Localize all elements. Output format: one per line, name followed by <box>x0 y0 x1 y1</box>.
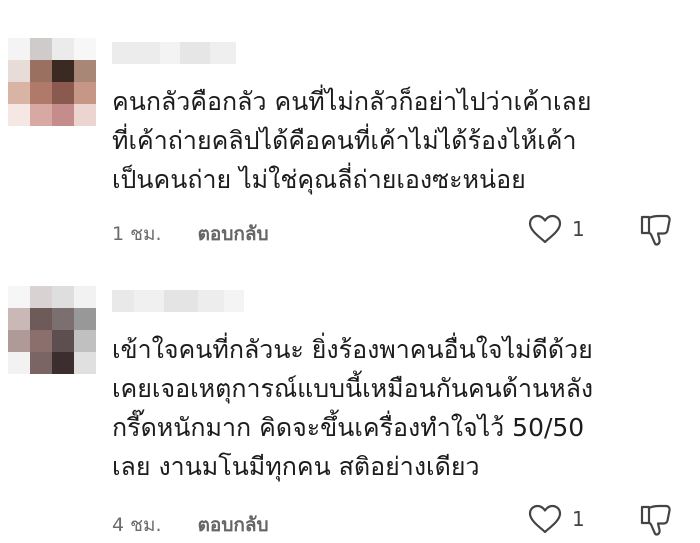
avatar-pixel <box>74 308 96 330</box>
avatar-pixel <box>8 104 30 126</box>
avatar-pixel <box>74 38 96 60</box>
reply-button[interactable]: ตอบกลับ <box>198 219 269 249</box>
avatar-pixel <box>52 330 74 352</box>
avatar[interactable] <box>8 286 96 374</box>
comment-time: 1 ชม. <box>112 223 162 245</box>
dislike-button[interactable] <box>638 502 674 542</box>
comment-text-line: เข้าใจคนที่กลัวนะ ยิ่งร้องพาคนอื่นใจไม่ด… <box>112 335 593 364</box>
comment-text-line: คนกลัวคือกลัว คนที่ไม่กลัวก็อย่าไปว่าเค้… <box>112 87 592 116</box>
username-pixel <box>210 42 236 64</box>
username-pixel <box>112 42 160 64</box>
comment-time: 4 ชม. <box>112 514 162 536</box>
avatar-pixel <box>52 286 74 308</box>
comment-text-line: เป็นคนถ่าย ไม่ใช่คุณลี่ถ่ายเองซะหน่อย <box>112 165 526 194</box>
avatar-pixel <box>74 60 96 82</box>
like-button[interactable]: 1 <box>528 214 585 244</box>
avatar-pixel <box>30 104 52 126</box>
avatar-pixel <box>52 104 74 126</box>
avatar-pixel <box>30 308 52 330</box>
avatar-pixel <box>74 352 96 374</box>
avatar-pixel <box>8 60 30 82</box>
avatar-pixel <box>74 104 96 126</box>
reply-button[interactable]: ตอบกลับ <box>198 510 269 540</box>
like-count: 1 <box>572 507 585 531</box>
avatar-pixel <box>74 330 96 352</box>
like-count: 1 <box>572 217 585 241</box>
avatar-pixel <box>30 38 52 60</box>
avatar-pixel <box>52 38 74 60</box>
username-pixel <box>180 42 210 64</box>
avatar-pixel <box>8 308 30 330</box>
like-button[interactable]: 1 <box>528 504 585 534</box>
avatar[interactable] <box>8 38 96 126</box>
avatar-pixel <box>30 60 52 82</box>
comment-text-line: กรี๊ดหนักมาก คิดจะขึ้นเครื่องทำใจไว้ 50/… <box>112 413 585 442</box>
avatar-pixel <box>52 352 74 374</box>
avatar-pixel <box>30 286 52 308</box>
username-blurred[interactable] <box>112 290 244 312</box>
comment-text-line: เลย งานมโนมีทุกคน สติอย่างเดียว <box>112 452 480 481</box>
username-pixel <box>224 290 244 312</box>
thumbs-down-outline-icon <box>640 504 671 536</box>
avatar-pixel <box>52 308 74 330</box>
avatar-pixel <box>8 352 30 374</box>
avatar-pixel <box>30 352 52 374</box>
username-blurred[interactable] <box>112 42 236 64</box>
dislike-button[interactable] <box>638 212 674 252</box>
comment-text: เข้าใจคนที่กลัวนะ ยิ่งร้องพาคนอื่นใจไม่ด… <box>112 330 687 486</box>
avatar-pixel <box>8 286 30 308</box>
username-pixel <box>164 290 198 312</box>
username-pixel <box>160 42 180 64</box>
avatar-pixel <box>8 38 30 60</box>
avatar-pixel <box>30 330 52 352</box>
comment-text-line: เคยเจอเหตุการณ์แบบนี้เหมือนกันคนด้านหลัง <box>112 374 594 403</box>
comment-meta: 4 ชม. ตอบกลับ <box>112 510 269 540</box>
username-pixel <box>134 290 164 312</box>
avatar-pixel <box>30 82 52 104</box>
avatar-pixel <box>8 330 30 352</box>
avatar-pixel <box>8 82 30 104</box>
avatar-pixel <box>74 286 96 308</box>
comment-text: คนกลัวคือกลัว คนที่ไม่กลัวก็อย่าไปว่าเค้… <box>112 82 687 199</box>
avatar-pixel <box>52 82 74 104</box>
username-pixel <box>112 290 134 312</box>
thumbs-down-outline-icon <box>640 214 671 246</box>
comment-text-line: ที่เค้าถ่ายคลิปได้คือคนที่เค้าไม่ได้ร้อง… <box>112 126 577 155</box>
heart-outline-icon <box>528 214 562 244</box>
avatar-pixel <box>74 82 96 104</box>
comment-meta: 1 ชม. ตอบกลับ <box>112 219 269 249</box>
heart-outline-icon <box>528 504 562 534</box>
avatar-pixel <box>52 60 74 82</box>
username-pixel <box>198 290 224 312</box>
